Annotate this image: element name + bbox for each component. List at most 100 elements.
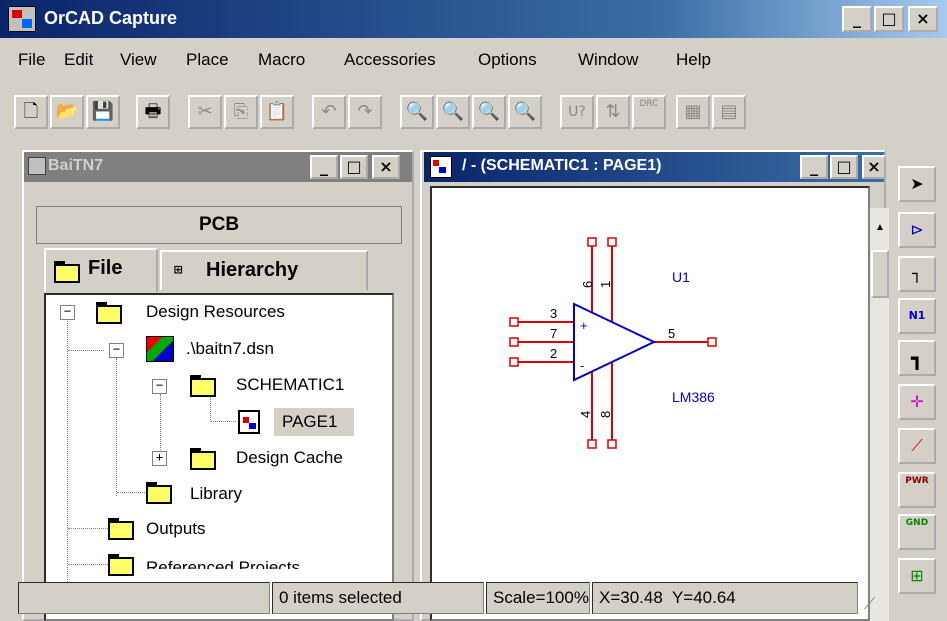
scrollbar-thumb[interactable] bbox=[871, 250, 889, 298]
tree-line bbox=[210, 394, 211, 422]
schematic-page-icon bbox=[430, 156, 452, 178]
new-icon[interactable]: 🗋 bbox=[14, 95, 48, 129]
tree-item-referenced-projects[interactable]: Referenced Projects bbox=[146, 555, 300, 569]
menu-accessories[interactable]: Accessories bbox=[344, 50, 436, 70]
tree-item-outputs[interactable]: Outputs bbox=[146, 519, 206, 539]
tree-item-schematic1[interactable]: SCHEMATIC1 bbox=[236, 375, 344, 395]
collapse-toggle[interactable]: − bbox=[60, 305, 75, 320]
back-annotate-icon[interactable]: ⇅ bbox=[596, 95, 630, 129]
save-icon[interactable]: 💾 bbox=[86, 95, 120, 129]
schematic-close-button[interactable]: × bbox=[862, 155, 886, 179]
resize-grip-icon[interactable]: ⟋ bbox=[864, 594, 884, 614]
zoom-out-icon[interactable]: 🔍 bbox=[436, 95, 470, 129]
tree-item-dsn-file[interactable]: .\baitn7.dsn bbox=[186, 339, 274, 359]
close-button[interactable]: × bbox=[908, 6, 938, 32]
copy-icon[interactable]: ⎘ bbox=[224, 95, 258, 129]
ground-icon[interactable]: GND bbox=[898, 514, 936, 550]
app-title: OrCAD Capture bbox=[44, 8, 178, 28]
tab-hierarchy-label: Hierarchy bbox=[206, 259, 299, 281]
page-icon bbox=[238, 410, 260, 434]
cut-icon[interactable]: ✂ bbox=[188, 95, 222, 129]
plus-sign: + bbox=[580, 318, 588, 333]
schematic-minimize-button[interactable]: _ bbox=[800, 155, 828, 179]
tree-line bbox=[116, 358, 117, 496]
tree-line bbox=[210, 421, 236, 422]
maximize-button[interactable]: □ bbox=[874, 6, 904, 32]
tree-item-design-cache[interactable]: Design Cache bbox=[236, 448, 343, 468]
net-alias-icon[interactable]: N1 bbox=[898, 298, 936, 334]
off-page-connector-icon[interactable]: ⊞ bbox=[898, 558, 936, 594]
pin-number-7: 7 bbox=[550, 326, 557, 341]
collapse-toggle[interactable]: − bbox=[152, 379, 167, 394]
open-icon[interactable]: 📂 bbox=[50, 95, 84, 129]
tab-file-label: File bbox=[88, 257, 123, 279]
menu-place[interactable]: Place bbox=[186, 50, 229, 70]
tree-line bbox=[68, 564, 108, 565]
minimize-button[interactable]: _ bbox=[842, 6, 872, 32]
menu-file[interactable]: File bbox=[18, 50, 45, 70]
tab-file[interactable]: File bbox=[44, 248, 158, 292]
tree-item-library[interactable]: Library bbox=[190, 484, 242, 504]
project-maximize-button[interactable]: □ bbox=[340, 155, 368, 179]
pin-number-8: 8 bbox=[598, 411, 613, 418]
place-wire-icon[interactable]: ┐ bbox=[898, 256, 936, 292]
redo-icon[interactable]: ↷ bbox=[348, 95, 382, 129]
expand-toggle[interactable]: + bbox=[152, 451, 167, 466]
pin-terminal bbox=[607, 439, 617, 449]
menu-help[interactable]: Help bbox=[676, 50, 711, 70]
collapse-toggle[interactable]: − bbox=[109, 343, 124, 358]
pin-terminal bbox=[509, 357, 519, 367]
paste-icon[interactable]: 📋 bbox=[260, 95, 294, 129]
bus-entry-icon[interactable]: ⟋ bbox=[898, 428, 936, 464]
pin-terminal bbox=[607, 237, 617, 247]
place-part-icon[interactable]: ⊳ bbox=[898, 212, 936, 248]
orcad-app-icon[interactable] bbox=[8, 6, 36, 32]
folder-icon bbox=[108, 518, 134, 540]
pin-number-6: 6 bbox=[580, 281, 595, 288]
print-icon[interactable]: 🖶 bbox=[136, 95, 170, 129]
schematic-window-title: / - (SCHEMATIC1 : PAGE1) bbox=[462, 157, 662, 174]
pin-terminal bbox=[509, 317, 519, 327]
scroll-up-arrow-icon[interactable]: ▲ bbox=[872, 222, 888, 238]
zoom-area-icon[interactable]: 🔍 bbox=[472, 95, 506, 129]
minus-sign: - bbox=[580, 358, 584, 373]
status-pane-empty bbox=[18, 582, 270, 614]
place-bus-icon[interactable]: ┓ bbox=[898, 340, 936, 376]
tree-line bbox=[117, 492, 145, 493]
menu-macro[interactable]: Macro bbox=[258, 50, 305, 70]
schematic-maximize-button[interactable]: □ bbox=[830, 155, 858, 179]
pin-number-2: 2 bbox=[550, 346, 557, 361]
folder-icon bbox=[96, 302, 122, 324]
menu-window[interactable]: Window bbox=[578, 50, 638, 70]
junction-icon[interactable]: ✛ bbox=[898, 384, 936, 420]
pin-terminal bbox=[509, 337, 519, 347]
status-selection: 0 items selected bbox=[272, 582, 484, 614]
annotate-icon[interactable]: U? bbox=[560, 95, 594, 129]
undo-icon[interactable]: ↶ bbox=[312, 95, 346, 129]
project-minimize-button[interactable]: _ bbox=[310, 155, 338, 179]
zoom-all-icon[interactable]: 🔍 bbox=[508, 95, 542, 129]
pin-number-5: 5 bbox=[668, 326, 675, 341]
drc-icon[interactable]: DRC bbox=[632, 95, 666, 129]
part-reference: U1 bbox=[672, 269, 690, 285]
project-close-button[interactable]: × bbox=[372, 155, 400, 179]
tree-item-design-resources[interactable]: Design Resources bbox=[146, 302, 285, 322]
tab-hierarchy[interactable]: ⊞ Hierarchy bbox=[160, 250, 368, 290]
part-value: LM386 bbox=[672, 389, 715, 405]
status-coordinates: X=30.48 Y=40.64 bbox=[592, 582, 858, 614]
menu-view[interactable]: View bbox=[120, 50, 157, 70]
zoom-in-icon[interactable]: 🔍 bbox=[400, 95, 434, 129]
select-icon[interactable]: ➤ bbox=[898, 166, 936, 202]
op-amp-symbol[interactable]: + - 3 7 2 5 6 1 4 8 U1 LM386 bbox=[500, 232, 740, 454]
pin-terminal bbox=[587, 237, 597, 247]
pin-terminal bbox=[587, 439, 597, 449]
folder-icon bbox=[108, 554, 134, 576]
tree-line bbox=[160, 394, 161, 458]
bom-icon[interactable]: ▤ bbox=[712, 95, 746, 129]
power-icon[interactable]: PWR bbox=[898, 472, 936, 508]
menu-edit[interactable]: Edit bbox=[64, 50, 93, 70]
tree-item-page1[interactable]: PAGE1 bbox=[282, 412, 337, 432]
netlist-icon[interactable]: ▦ bbox=[676, 95, 710, 129]
menu-options[interactable]: Options bbox=[478, 50, 537, 70]
pin-number-4: 4 bbox=[578, 411, 593, 418]
